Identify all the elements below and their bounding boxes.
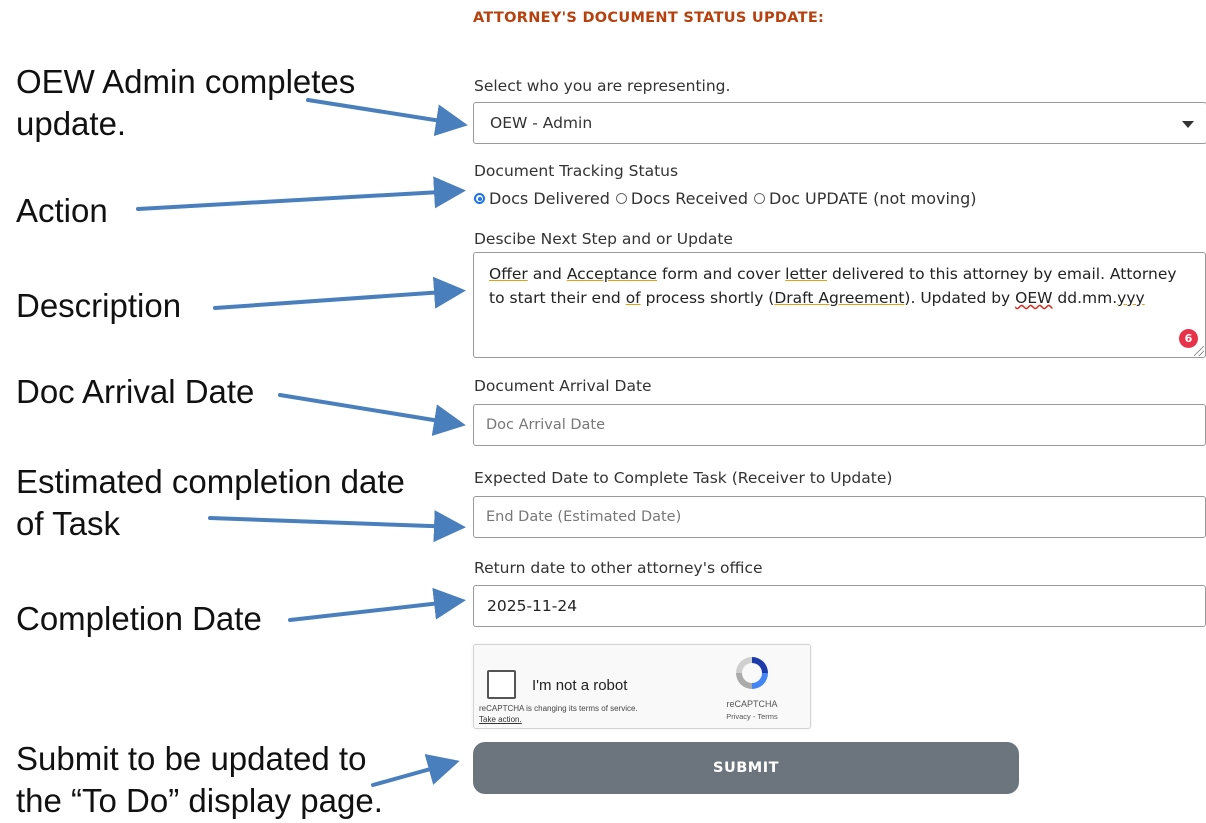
text-segment: of <box>625 289 641 307</box>
text-segment: Draft Agreement <box>774 289 905 307</box>
next-step-label: Descibe Next Step and or Update <box>474 230 733 248</box>
text-segment: Acceptance <box>566 265 658 283</box>
submit-button[interactable]: SUBMIT <box>473 742 1019 794</box>
tracking-label: Document Tracking Status <box>474 162 679 180</box>
annotation-submit: Submit to be updated to the “To Do” disp… <box>16 738 383 822</box>
representing-value: OEW - Admin <box>490 114 593 132</box>
radio-docs-delivered[interactable]: Docs Delivered <box>474 189 610 208</box>
resize-grip-icon[interactable] <box>1194 346 1204 356</box>
arrival-date-input[interactable]: Doc Arrival Date <box>473 404 1206 446</box>
arrow-completion <box>288 587 466 622</box>
radio-unselected-icon <box>615 193 627 204</box>
return-label: Return date to other attorney's office <box>474 559 763 577</box>
next-step-textarea[interactable]: Offer and Acceptance form and cover lett… <box>473 252 1206 358</box>
radio-doc-update[interactable]: Doc UPDATE (not moving) <box>754 189 976 208</box>
annotation-arrival: Doc Arrival Date <box>16 373 255 410</box>
return-date-value: 2025-11-24 <box>487 597 578 615</box>
expected-date-input[interactable]: End Date (Estimated Date) <box>473 496 1206 538</box>
recaptcha-notice: reCAPTCHA is changing its terms of servi… <box>479 703 638 725</box>
text-segment: ). Updated by <box>904 289 1016 307</box>
annotation-estimated-line1: Estimated completion date <box>16 463 405 500</box>
radio-docs-received-label: Docs Received <box>630 189 749 208</box>
radio-docs-delivered-label: Docs Delivered <box>489 189 610 208</box>
text-segment: dd.mm. <box>1052 289 1118 307</box>
recaptcha-label: I'm not a robot <box>532 677 628 694</box>
recaptcha-privacy-terms[interactable]: Privacy - Terms <box>706 712 798 721</box>
radio-selected-icon <box>474 193 485 204</box>
text-segment: form and cover <box>657 265 786 283</box>
annotation-submit-line2: the “To Do” display page. <box>16 782 383 819</box>
annotation-estimated: Estimated completion date of Task <box>16 461 405 545</box>
expected-label: Expected Date to Complete Task (Receiver… <box>474 469 893 487</box>
arrival-label: Document Arrival Date <box>474 377 652 395</box>
representing-select[interactable]: OEW - Admin <box>473 102 1206 144</box>
radio-doc-update-label: Doc UPDATE (not moving) <box>769 189 977 208</box>
text-segment: Offer <box>489 265 528 283</box>
text-segment: and <box>527 265 567 283</box>
annotation-description: Description <box>16 287 182 324</box>
radio-docs-received[interactable]: Docs Received <box>615 189 749 208</box>
arrow-action <box>136 176 466 211</box>
chevron-down-icon <box>1182 121 1194 128</box>
recaptcha-brand: reCAPTCHA <box>726 699 778 709</box>
return-date-input[interactable]: 2025-11-24 <box>473 585 1206 627</box>
text-segment: process shortly ( <box>640 289 775 307</box>
recaptcha-notice-text: reCAPTCHA is changing its terms of servi… <box>479 704 638 713</box>
recaptcha-checkbox[interactable] <box>487 670 516 699</box>
next-step-text: Offer and Acceptance form and cover lett… <box>489 262 1189 310</box>
annotation-submit-line1: Submit to be updated to <box>16 740 367 777</box>
expected-placeholder: End Date (Estimated Date) <box>486 509 682 525</box>
text-segment: OEW <box>1015 289 1053 307</box>
annotation-estimated-line2: of Task <box>16 505 120 542</box>
arrow-arrival <box>278 393 466 436</box>
annotation-admin: OEW Admin completes update. <box>16 61 355 145</box>
recaptcha-widget: I'm not a robot reCAPTCHA is changing it… <box>473 644 811 729</box>
annotation-admin-line2: update. <box>16 105 127 142</box>
tracking-radio-group: Docs Delivered Docs Received Doc UPDATE … <box>474 189 982 208</box>
text-segment: letter <box>785 265 828 283</box>
annotation-admin-line1: OEW Admin completes <box>16 63 356 100</box>
recaptcha-take-action-link[interactable]: Take action. <box>479 714 638 725</box>
arrow-description <box>213 276 466 310</box>
arrow-submit <box>371 754 460 787</box>
recaptcha-logo-icon <box>736 657 768 689</box>
arrival-placeholder: Doc Arrival Date <box>486 417 605 433</box>
annotation-completion: Completion Date <box>16 600 262 637</box>
radio-unselected-icon <box>754 193 766 204</box>
form-title: ATTORNEY'S DOCUMENT STATUS UPDATE: <box>473 10 825 26</box>
annotation-action: Action <box>16 192 108 229</box>
text-segment: yyy <box>1117 289 1145 307</box>
representing-label: Select who you are representing. <box>474 77 731 95</box>
